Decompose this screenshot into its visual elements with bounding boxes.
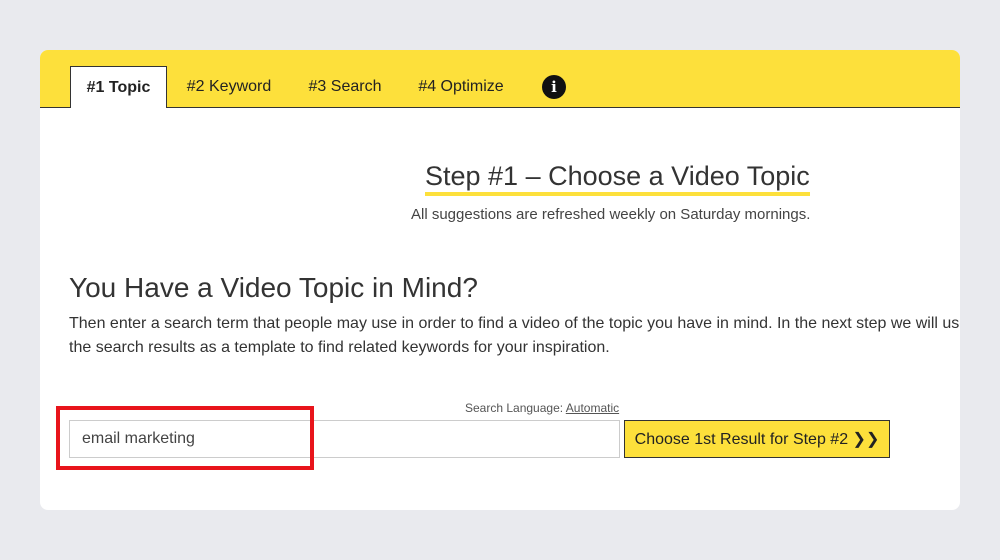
tab-bar: #1 Topic #2 Keyword #3 Search #4 Optimiz… — [40, 50, 960, 108]
tab-search[interactable]: #3 Search — [298, 66, 392, 107]
tab-topic[interactable]: #1 Topic — [70, 66, 167, 108]
tab-keyword[interactable]: #2 Keyword — [176, 66, 282, 107]
search-language: Search Language: Automatic — [465, 401, 619, 415]
section-description: Then enter a search term that people may… — [69, 315, 960, 356]
section-heading: You Have a Video Topic in Mind? — [69, 272, 478, 303]
tab-optimize[interactable]: #4 Optimize — [408, 66, 514, 107]
main-card: #1 Topic #2 Keyword #3 Search #4 Optimiz… — [40, 50, 960, 510]
choose-result-button[interactable]: Choose 1st Result for Step #2 ❯❯ — [624, 420, 890, 458]
step-subtitle: All suggestions are refreshed weekly on … — [411, 206, 811, 223]
search-input[interactable] — [69, 420, 620, 458]
search-language-label: Search Language: — [465, 401, 564, 415]
step-title: Step #1 – Choose a Video Topic — [425, 160, 810, 196]
info-icon[interactable]: i — [542, 75, 566, 99]
search-language-link[interactable]: Automatic — [566, 401, 619, 415]
